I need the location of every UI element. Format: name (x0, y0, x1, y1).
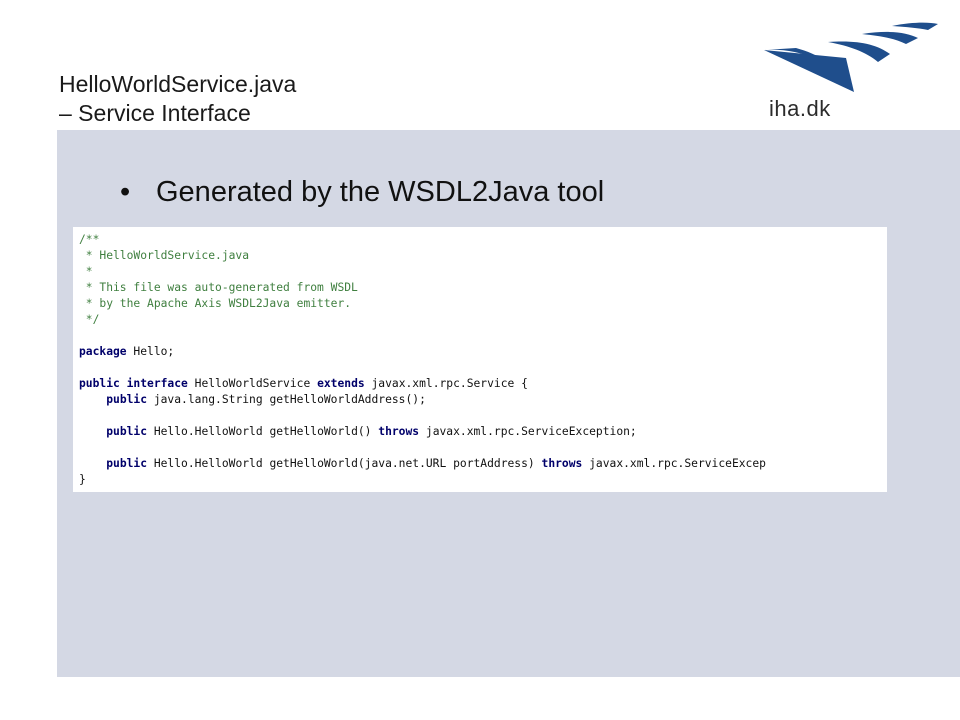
code-text: Hello.HelloWorld getHelloWorld(java.net.… (147, 457, 542, 470)
code-text: javax.xml.rpc.ServiceException; (419, 425, 637, 438)
code-comment-line: * by the Apache Axis WSDL2Java emitter. (79, 297, 352, 310)
code-text: javax.xml.rpc.ServiceExcep (582, 457, 766, 470)
code-keyword: public (106, 457, 148, 470)
code-text: javax.xml.rpc.Service { (364, 377, 528, 390)
code-comment-line: * HelloWorldService.java (79, 249, 250, 262)
code-comment-line: * (79, 265, 93, 278)
slide-title-line1: HelloWorldService.java (59, 71, 297, 97)
code-text: } (79, 473, 86, 486)
bullet-dot-icon: • (120, 176, 131, 208)
code-keyword: throws (378, 425, 420, 438)
code-text: java.lang.String getHelloWorldAddress(); (147, 393, 426, 406)
content-panel: • Generated by the WSDL2Java tool /** * H… (57, 130, 960, 677)
code-comment-line: * This file was auto-generated from WSDL (79, 281, 358, 294)
slide-title-line2: – Service Interface (59, 100, 251, 126)
code-comment-line: /** (79, 233, 100, 246)
code-keyword: public (106, 425, 148, 438)
bullet-item: • Generated by the WSDL2Java tool (120, 176, 604, 209)
code-listing: /** * HelloWorldService.java * * This fi… (73, 227, 887, 488)
code-keyword: package (79, 345, 127, 358)
code-keyword: interface (126, 377, 188, 390)
slide-title: HelloWorldService.java – Service Interfa… (59, 70, 296, 128)
code-keyword: throws (541, 457, 583, 470)
code-text: Hello.HelloWorld getHelloWorld() (147, 425, 379, 438)
logo-text: iha.dk (769, 96, 831, 121)
code-text: HelloWorldService (187, 377, 318, 390)
code-keyword: public (106, 393, 148, 406)
code-keyword: extends (317, 377, 365, 390)
code-comment-line: */ (79, 313, 100, 326)
code-block: /** * HelloWorldService.java * * This fi… (73, 227, 887, 492)
code-text: Hello; (126, 345, 175, 358)
code-keyword: public (79, 377, 120, 390)
bullet-text: Generated by the WSDL2Java tool (156, 176, 605, 208)
